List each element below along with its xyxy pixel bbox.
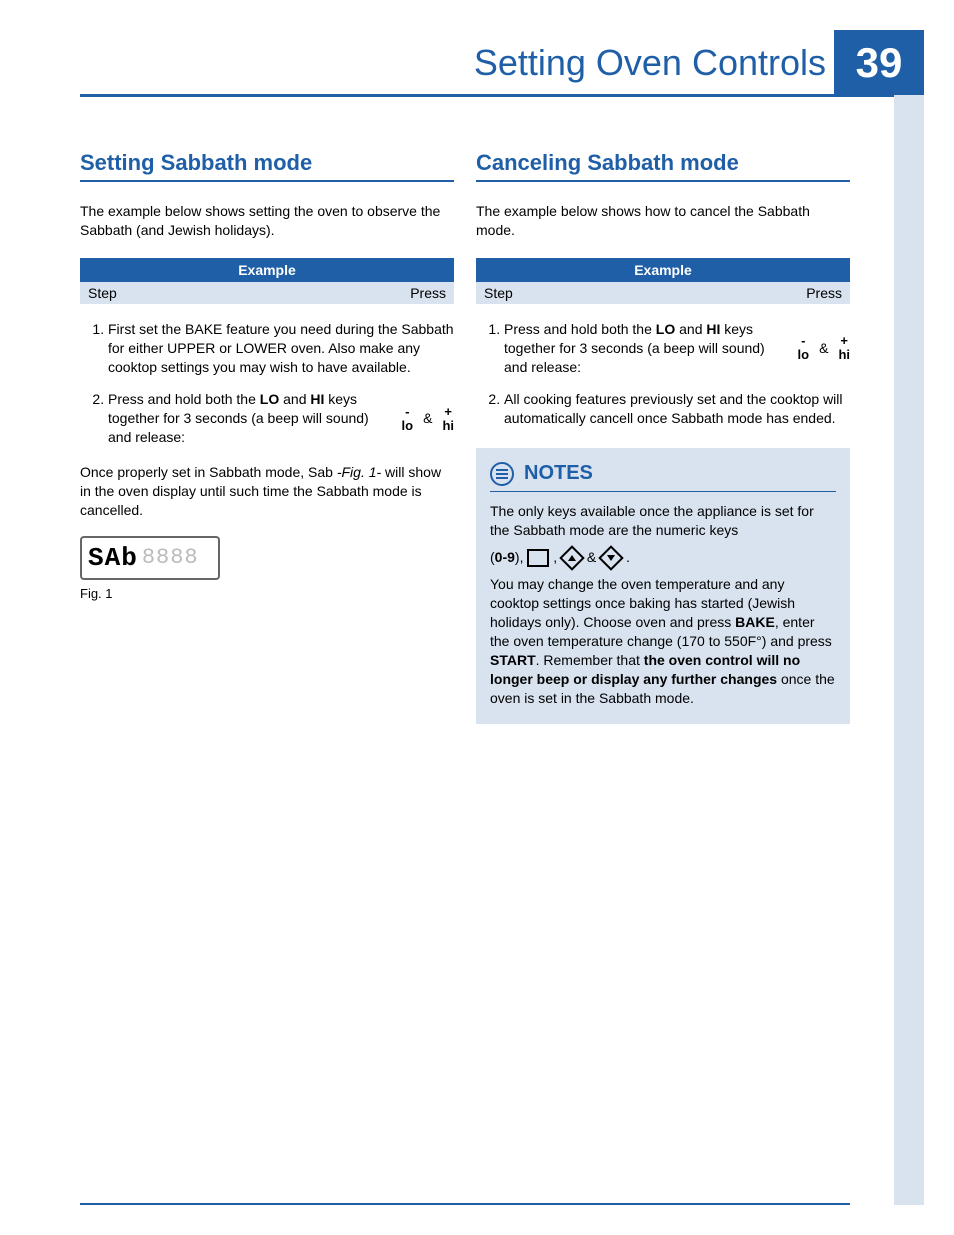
blank-key-icon — [527, 549, 549, 567]
hi-key-icon: + hi — [838, 334, 850, 361]
lo-label: lo — [798, 348, 810, 362]
top-rule — [80, 94, 924, 97]
notes-title: NOTES — [524, 460, 593, 487]
minus-sign: - — [801, 334, 805, 348]
right-step-2: All cooking features previously set and … — [504, 390, 850, 428]
text: and — [279, 391, 310, 407]
col-press: Press — [806, 285, 842, 301]
plus-sign: + — [444, 405, 452, 419]
setting-sabbath-intro: The example below shows setting the oven… — [80, 202, 454, 240]
hi-key-icon: + hi — [442, 405, 454, 432]
hi-label: hi — [442, 419, 454, 433]
hi-text: HI — [310, 391, 324, 407]
bottom-rule — [80, 1203, 850, 1205]
text: and — [675, 321, 706, 337]
text: ), — [515, 549, 527, 565]
ampersand: & — [819, 339, 828, 358]
minus-sign: - — [405, 405, 409, 419]
notes-p1: The only keys available once the applian… — [490, 502, 836, 540]
lo-key-icon: - lo — [402, 405, 414, 432]
lo-text: LO — [260, 391, 279, 407]
text: Press and hold both the — [108, 391, 260, 407]
notes-keys-line: (0-9), , & . — [490, 548, 836, 567]
example-subheader-right: Step Press — [476, 282, 850, 304]
notes-icon — [490, 462, 514, 486]
side-strip — [894, 95, 924, 1205]
canceling-sabbath-heading: Canceling Sabbath mode — [476, 150, 850, 182]
ampersand: & — [423, 409, 432, 428]
up-arrow-icon — [559, 546, 584, 571]
text: Press and hold both the — [504, 321, 656, 337]
down-arrow-icon — [598, 546, 623, 571]
display-sab: SAb — [88, 543, 138, 573]
bake-text: BAKE — [735, 614, 775, 630]
fig-ref: -Fig. 1- — [337, 464, 381, 480]
hi-label: hi — [838, 348, 850, 362]
numeric-keys: 0-9 — [495, 549, 515, 565]
page-title: Setting Oven Controls — [474, 42, 826, 84]
lo-key-icon: - lo — [798, 334, 810, 361]
start-text: START — [490, 652, 536, 668]
example-header-right: Example — [476, 258, 850, 282]
right-step-1: Press and hold both the LO and HI keys t… — [504, 320, 850, 377]
hi-text: HI — [706, 321, 720, 337]
col-step: Step — [484, 285, 513, 301]
setting-sabbath-heading: Setting Sabbath mode — [80, 150, 454, 182]
sabbath-after-text: Once properly set in Sabbath mode, Sab -… — [80, 463, 454, 520]
text: Once properly set in Sabbath mode, Sab — [80, 464, 337, 480]
canceling-sabbath-intro: The example below shows how to cancel th… — [476, 202, 850, 240]
right-column: Canceling Sabbath mode The example below… — [476, 150, 850, 724]
notes-box: NOTES The only keys available once the a… — [476, 448, 850, 723]
lo-text: LO — [656, 321, 675, 337]
example-subheader-left: Step Press — [80, 282, 454, 304]
text: . Remember that — [536, 652, 644, 668]
left-step-1: First set the BAKE feature you need duri… — [108, 320, 454, 377]
left-step-2: Press and hold both the LO and HI keys t… — [108, 390, 454, 447]
notes-p2: You may change the oven temperature and … — [490, 575, 836, 707]
page-number: 39 — [834, 30, 924, 95]
col-press: Press — [410, 285, 446, 301]
display-dim: 8888 — [142, 545, 199, 570]
col-step: Step — [88, 285, 117, 301]
oven-display-figure: SAb 8888 — [80, 536, 220, 580]
plus-sign: + — [840, 334, 848, 348]
lo-hi-keys: - lo & + hi — [798, 334, 850, 361]
lo-hi-keys: - lo & + hi — [402, 405, 454, 432]
example-header-left: Example — [80, 258, 454, 282]
lo-label: lo — [402, 419, 414, 433]
fig-1-label: Fig. 1 — [80, 586, 454, 601]
left-column: Setting Sabbath mode The example below s… — [80, 150, 454, 724]
